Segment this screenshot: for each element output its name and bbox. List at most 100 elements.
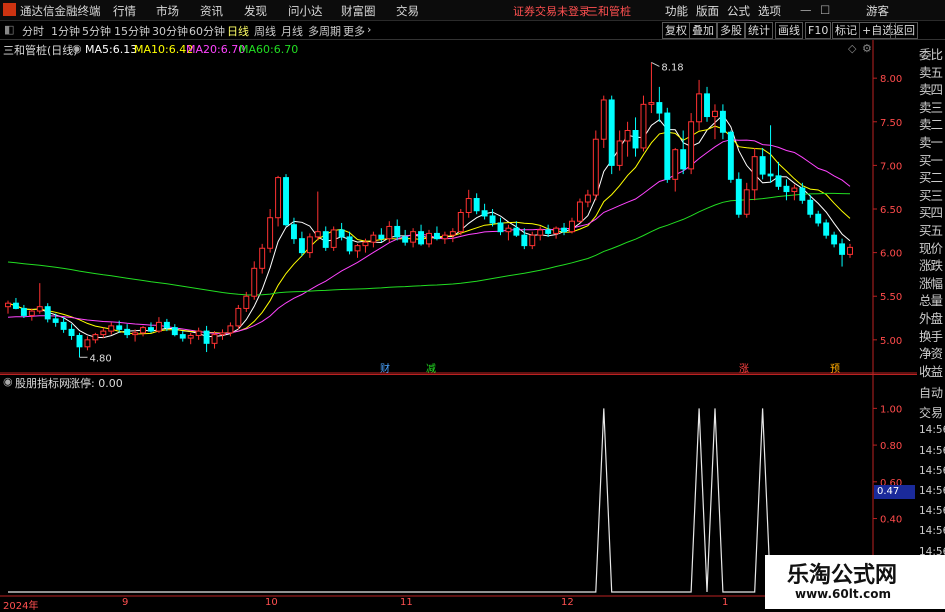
candle-body[interactable] xyxy=(553,227,560,234)
candle-body[interactable] xyxy=(561,227,568,233)
candle-body[interactable] xyxy=(12,302,19,309)
candle-body[interactable] xyxy=(592,138,599,196)
candle-body[interactable] xyxy=(775,175,782,187)
candle-body[interactable] xyxy=(640,103,647,149)
candle-body[interactable] xyxy=(179,334,186,339)
candle-body[interactable] xyxy=(584,194,591,203)
candle-body[interactable] xyxy=(513,227,520,236)
candle-body[interactable] xyxy=(283,177,289,226)
candle-body[interactable] xyxy=(815,213,822,224)
back-button[interactable]: 返回 xyxy=(890,22,918,39)
menu-news[interactable]: 资讯 xyxy=(200,3,223,19)
menu-function[interactable]: 功能 xyxy=(665,3,688,19)
candle-body[interactable] xyxy=(84,339,91,348)
candle-body[interactable] xyxy=(505,227,512,233)
candle-body[interactable] xyxy=(672,149,679,180)
candle-body[interactable] xyxy=(267,217,274,249)
candle-body[interactable] xyxy=(322,231,329,248)
candle-body[interactable] xyxy=(275,177,282,219)
candle-body[interactable] xyxy=(799,187,806,201)
candle-body[interactable] xyxy=(624,130,631,142)
period-30min[interactable]: 30分钟 xyxy=(152,23,188,39)
adjust-button[interactable]: 复权 xyxy=(662,22,690,39)
candle-body[interactable] xyxy=(68,328,75,336)
candle-body[interactable] xyxy=(306,236,313,254)
candle-body[interactable] xyxy=(704,93,710,118)
candle-body[interactable] xyxy=(441,234,448,240)
candle-body[interactable] xyxy=(362,241,369,247)
candle-body[interactable] xyxy=(823,222,830,236)
candle-body[interactable] xyxy=(243,295,250,309)
period-weekly[interactable]: 周线 xyxy=(254,23,276,39)
menu-layout[interactable]: 版面 xyxy=(696,3,719,19)
menu-wealth-circle[interactable]: 财富圈 xyxy=(341,3,376,19)
candle-body[interactable] xyxy=(36,306,43,312)
candle-body[interactable] xyxy=(20,307,27,316)
candle-body[interactable] xyxy=(616,140,623,166)
candle-body[interactable] xyxy=(211,334,218,344)
candle-body[interactable] xyxy=(656,102,663,114)
candle-body[interactable] xyxy=(529,234,536,247)
candle-body[interactable] xyxy=(227,325,234,334)
user-label[interactable]: 游客 xyxy=(866,3,889,19)
candle-body[interactable] xyxy=(751,156,758,191)
candle-body[interactable] xyxy=(298,238,305,254)
period-more[interactable]: 更多 xyxy=(343,23,365,39)
candle-body[interactable] xyxy=(719,110,726,133)
candle-body[interactable] xyxy=(394,225,401,238)
menu-ask-assistant[interactable]: 问小达 xyxy=(288,3,323,19)
candle-body[interactable] xyxy=(481,210,488,217)
candle-body[interactable] xyxy=(132,332,139,336)
overlay-button[interactable]: 叠加 xyxy=(689,22,717,39)
candle-body[interactable] xyxy=(791,187,798,193)
mark-button[interactable]: 标记 xyxy=(832,22,860,39)
candle-body[interactable] xyxy=(847,246,853,255)
candle-body[interactable] xyxy=(92,334,99,341)
menu-market[interactable]: 市场 xyxy=(156,3,179,19)
candle-body[interactable] xyxy=(433,232,440,240)
candle-body[interactable] xyxy=(545,229,552,234)
event-tag-rise[interactable]: 涨 xyxy=(739,360,749,375)
menu-trade[interactable]: 交易 xyxy=(396,3,419,19)
candle-body[interactable] xyxy=(648,102,655,105)
candle-body[interactable] xyxy=(124,328,131,336)
candle-body[interactable] xyxy=(116,325,123,330)
candle-body[interactable] xyxy=(497,222,504,233)
candlestick-chart[interactable]: 8.00 7.50 7.00 6.50 6.00 5.50 5.00 8.18 4.80 xyxy=(0,40,917,374)
multi-stock-button[interactable]: 多股 xyxy=(717,22,745,39)
candle-body[interactable] xyxy=(171,327,178,336)
period-5min[interactable]: 5分钟 xyxy=(82,23,111,39)
menu-quotes[interactable]: 行情 xyxy=(113,3,136,19)
statistics-button[interactable]: 统计 xyxy=(745,22,773,39)
candle-body[interactable] xyxy=(52,318,59,323)
candle-body[interactable] xyxy=(219,332,226,336)
candle-body[interactable] xyxy=(314,231,321,238)
candle-body[interactable] xyxy=(449,231,456,236)
period-15min[interactable]: 15分钟 xyxy=(114,23,150,39)
candle-body[interactable] xyxy=(696,93,703,123)
candle-body[interactable] xyxy=(28,310,35,316)
collapse-icon[interactable]: ◧ xyxy=(4,23,14,36)
candle-body[interactable] xyxy=(140,327,147,334)
menu-discover[interactable]: 发现 xyxy=(244,3,267,19)
candle-body[interactable] xyxy=(735,178,742,215)
candle-body[interactable] xyxy=(743,189,750,215)
candle-body[interactable] xyxy=(378,234,385,240)
candle-body[interactable] xyxy=(370,234,377,243)
candle-body[interactable] xyxy=(418,231,425,245)
period-1min[interactable]: 1分钟 xyxy=(51,23,80,39)
candle-body[interactable] xyxy=(664,112,671,180)
candle-body[interactable] xyxy=(807,199,814,215)
event-tag-reduce[interactable]: 减 xyxy=(426,360,436,375)
candle-body[interactable] xyxy=(680,149,687,170)
candle-body[interactable] xyxy=(148,327,154,332)
candle-body[interactable] xyxy=(688,121,695,170)
candle-body[interactable] xyxy=(711,110,718,118)
login-alert[interactable]: 证券交易未登录 xyxy=(513,3,590,19)
menu-formula[interactable]: 公式 xyxy=(727,3,750,19)
candle-body[interactable] xyxy=(489,215,496,224)
candle-body[interactable] xyxy=(426,232,432,245)
candle-body[interactable] xyxy=(473,198,480,212)
period-intraday[interactable]: 分时 xyxy=(22,23,44,39)
candle-body[interactable] xyxy=(251,267,258,297)
